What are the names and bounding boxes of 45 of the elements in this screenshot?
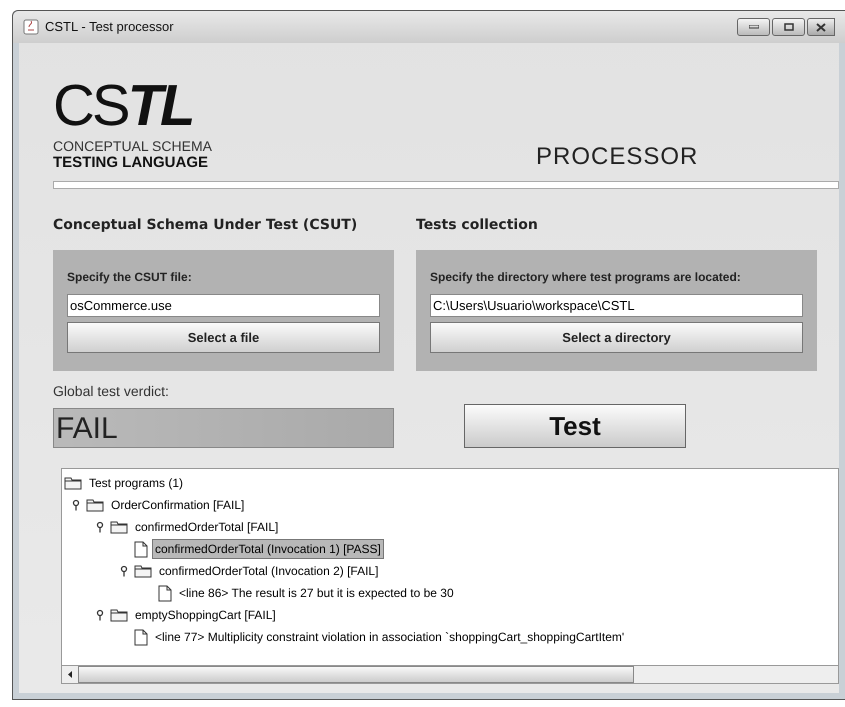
close-icon [816, 22, 826, 32]
close-button[interactable] [807, 18, 835, 36]
window-title: CSTL - Test processor [45, 18, 174, 36]
expand-handle-icon[interactable] [96, 521, 106, 533]
expand-handle-icon[interactable] [72, 499, 82, 511]
tree-node-label[interactable]: confirmedOrderTotal (Invocation 1) [PASS] [152, 539, 384, 559]
minimize-icon [748, 25, 758, 29]
tree-node-label[interactable]: confirmedOrderTotal (Invocation 2) [FAIL] [156, 561, 382, 581]
tree-node-label[interactable]: confirmedOrderTotal [FAIL] [132, 517, 282, 537]
scrollbar-thumb[interactable] [78, 666, 634, 683]
maximize-button[interactable] [772, 18, 805, 36]
folder-icon [110, 608, 128, 622]
horizontal-scrollbar[interactable] [62, 665, 838, 683]
section-heading: Conceptual Schema Under Test (CSUT) [53, 216, 358, 235]
directory-field[interactable]: C:\Users\Usuario\workspace\CSTL [430, 294, 803, 317]
folder-icon [110, 520, 128, 534]
verdict-label: Global test verdict: [53, 382, 170, 401]
logo-tagline: TESTING LANGUAGE [53, 154, 210, 171]
tree-node-label[interactable]: OrderConfirmation [FAIL] [108, 495, 248, 515]
field-label: Specify the directory where test programs are located: [430, 269, 742, 286]
file-button[interactable]: Select a file [67, 322, 380, 353]
folder-icon [134, 564, 152, 578]
app-icon [23, 19, 39, 35]
folder-icon [64, 476, 82, 490]
field-label: Specify the CSUT file: [67, 269, 193, 286]
file-icon [134, 540, 148, 558]
expand-handle-icon[interactable] [120, 565, 130, 577]
processor-title: PROCESSOR [536, 143, 698, 171]
file-field[interactable]: osCommerce.use [67, 294, 380, 317]
logo-text: CSTL [53, 81, 194, 131]
maximize-icon [784, 23, 794, 31]
directory-button[interactable]: Select a directory [430, 322, 803, 353]
logo-tagline: CONCEPTUAL SCHEMA [53, 139, 213, 154]
file-icon [158, 584, 172, 602]
file-icon [134, 628, 148, 646]
verdict-display: FAIL [53, 408, 394, 448]
tree-node-label[interactable]: <line 77> Multiplicity constraint violation in association `shoppingCart_shoppingCartItem' [152, 627, 628, 647]
section-heading: Tests collection [416, 216, 539, 235]
tree-node-label[interactable]: Test programs (1) [86, 473, 186, 493]
expand-handle-icon[interactable] [96, 609, 106, 621]
minimize-button[interactable] [737, 18, 770, 36]
tree-node-label[interactable]: emptyShoppingCart [FAIL] [132, 605, 279, 625]
folder-icon [86, 498, 104, 512]
test-button[interactable]: Test [464, 404, 686, 448]
tree-node-label[interactable]: <line 86> The result is 27 but it is expected to be 30 [176, 583, 457, 603]
